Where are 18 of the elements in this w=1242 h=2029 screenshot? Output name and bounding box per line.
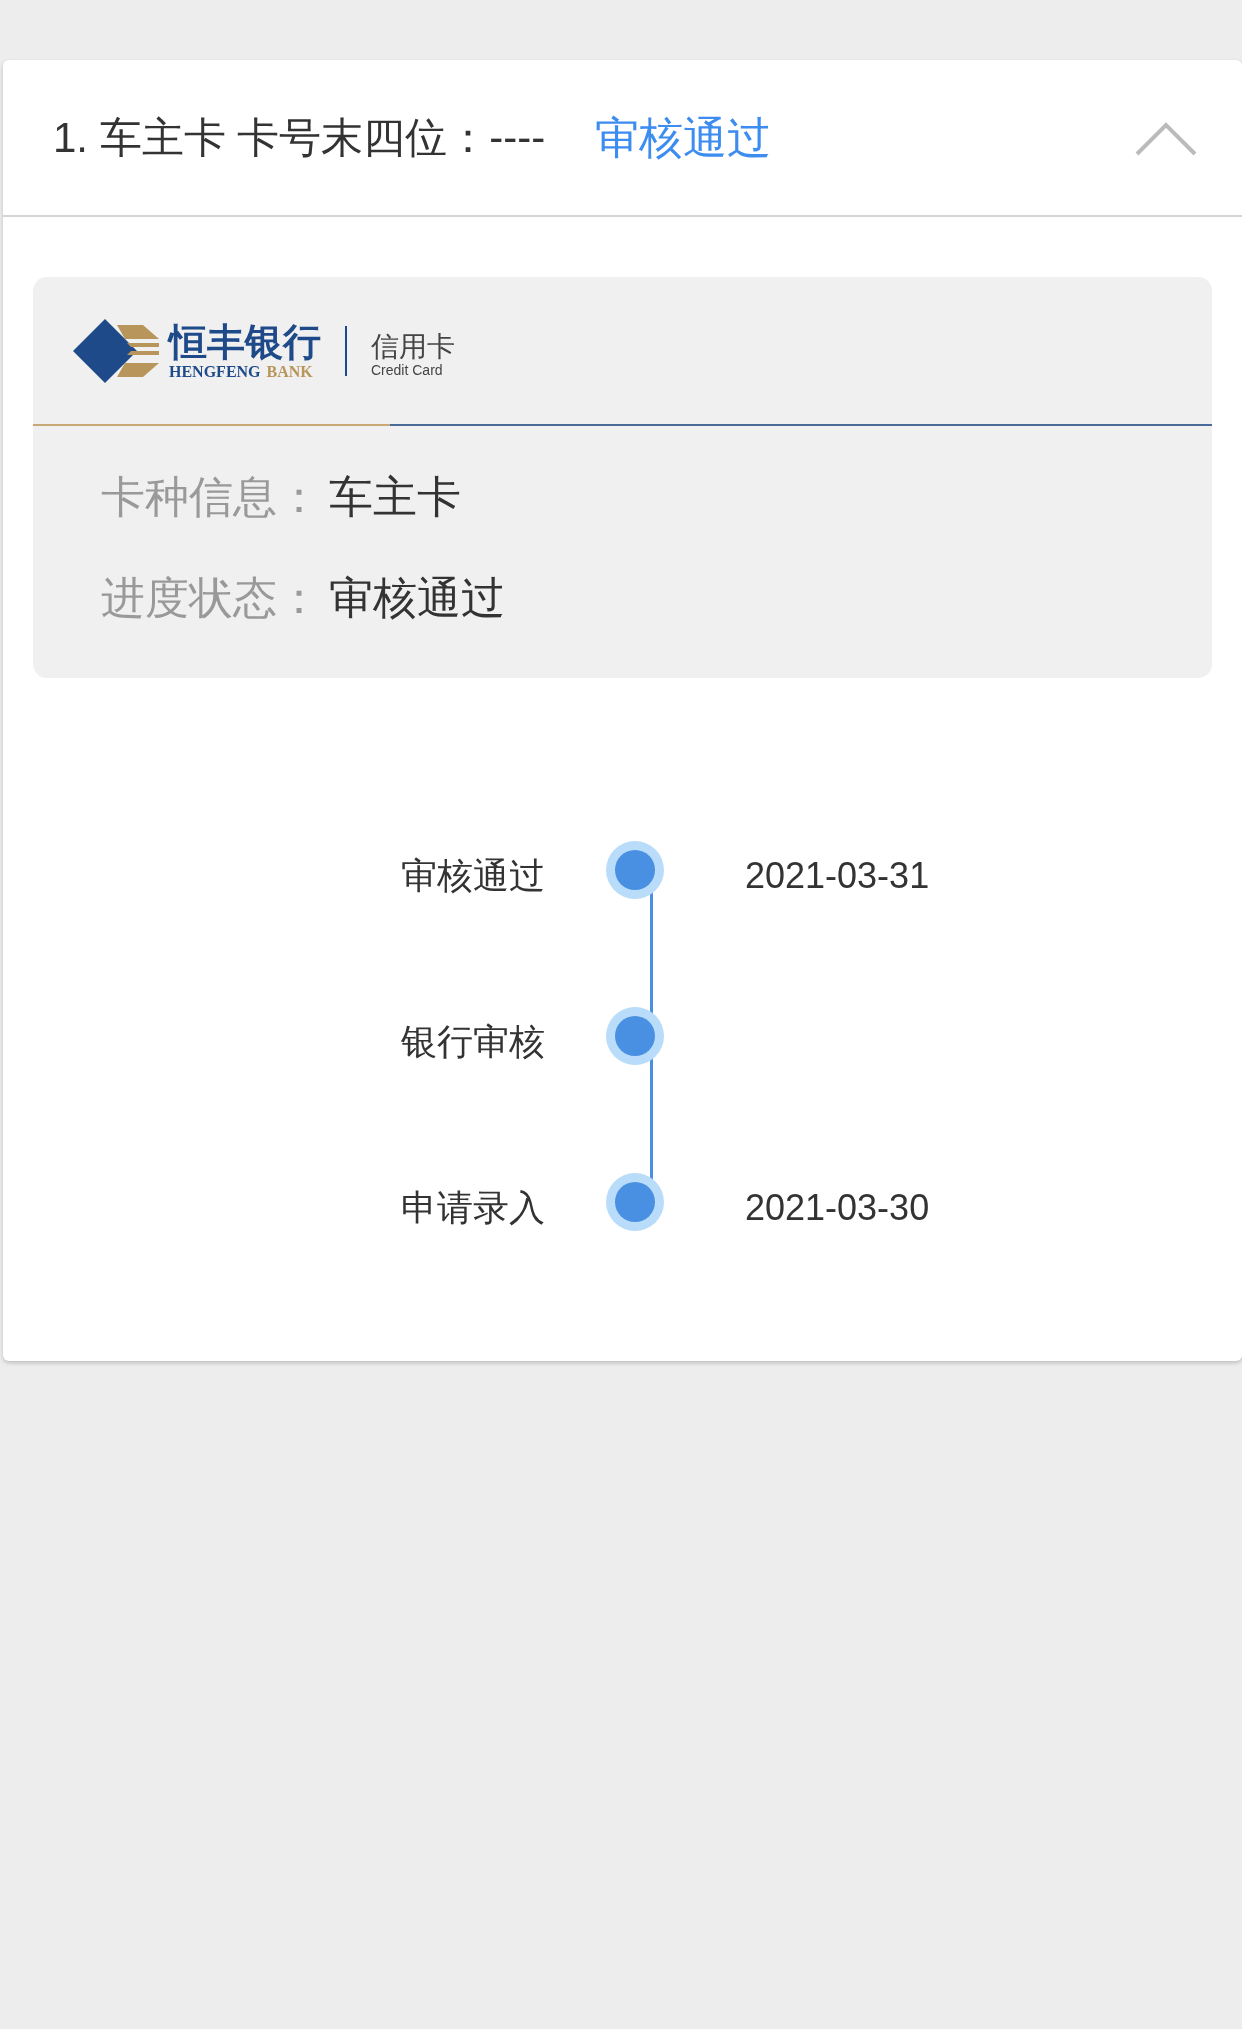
step-date: 2021-03-31 xyxy=(745,854,930,898)
card-title: 1. 车主卡 卡号末四位：---- xyxy=(53,113,546,163)
step-label: 审核通过 xyxy=(401,854,545,898)
field-label: 进度状态： xyxy=(101,571,321,624)
step-date: 2021-03-30 xyxy=(745,1186,930,1230)
step-label: 银行审核 xyxy=(401,1020,545,1064)
status-text: 审核通过 xyxy=(595,111,772,164)
field-value: 审核通过 xyxy=(329,571,505,624)
field-label: 卡种信息： xyxy=(101,470,321,523)
step-label: 申请录入 xyxy=(401,1186,545,1230)
product-name: 信用卡 xyxy=(371,331,455,362)
bank-name-english: BANK xyxy=(266,362,313,381)
field-value: 车主卡 xyxy=(329,470,461,523)
bank-name: 恒丰银行 xyxy=(169,320,321,363)
bank-logo-icon xyxy=(73,318,159,383)
product-name-english: Credit Card xyxy=(371,361,444,378)
card-header[interactable]: 1. 车主卡 卡号末四位：---- 审核通过 xyxy=(3,60,1242,217)
bank-name-english: HENGFENG xyxy=(169,362,261,381)
